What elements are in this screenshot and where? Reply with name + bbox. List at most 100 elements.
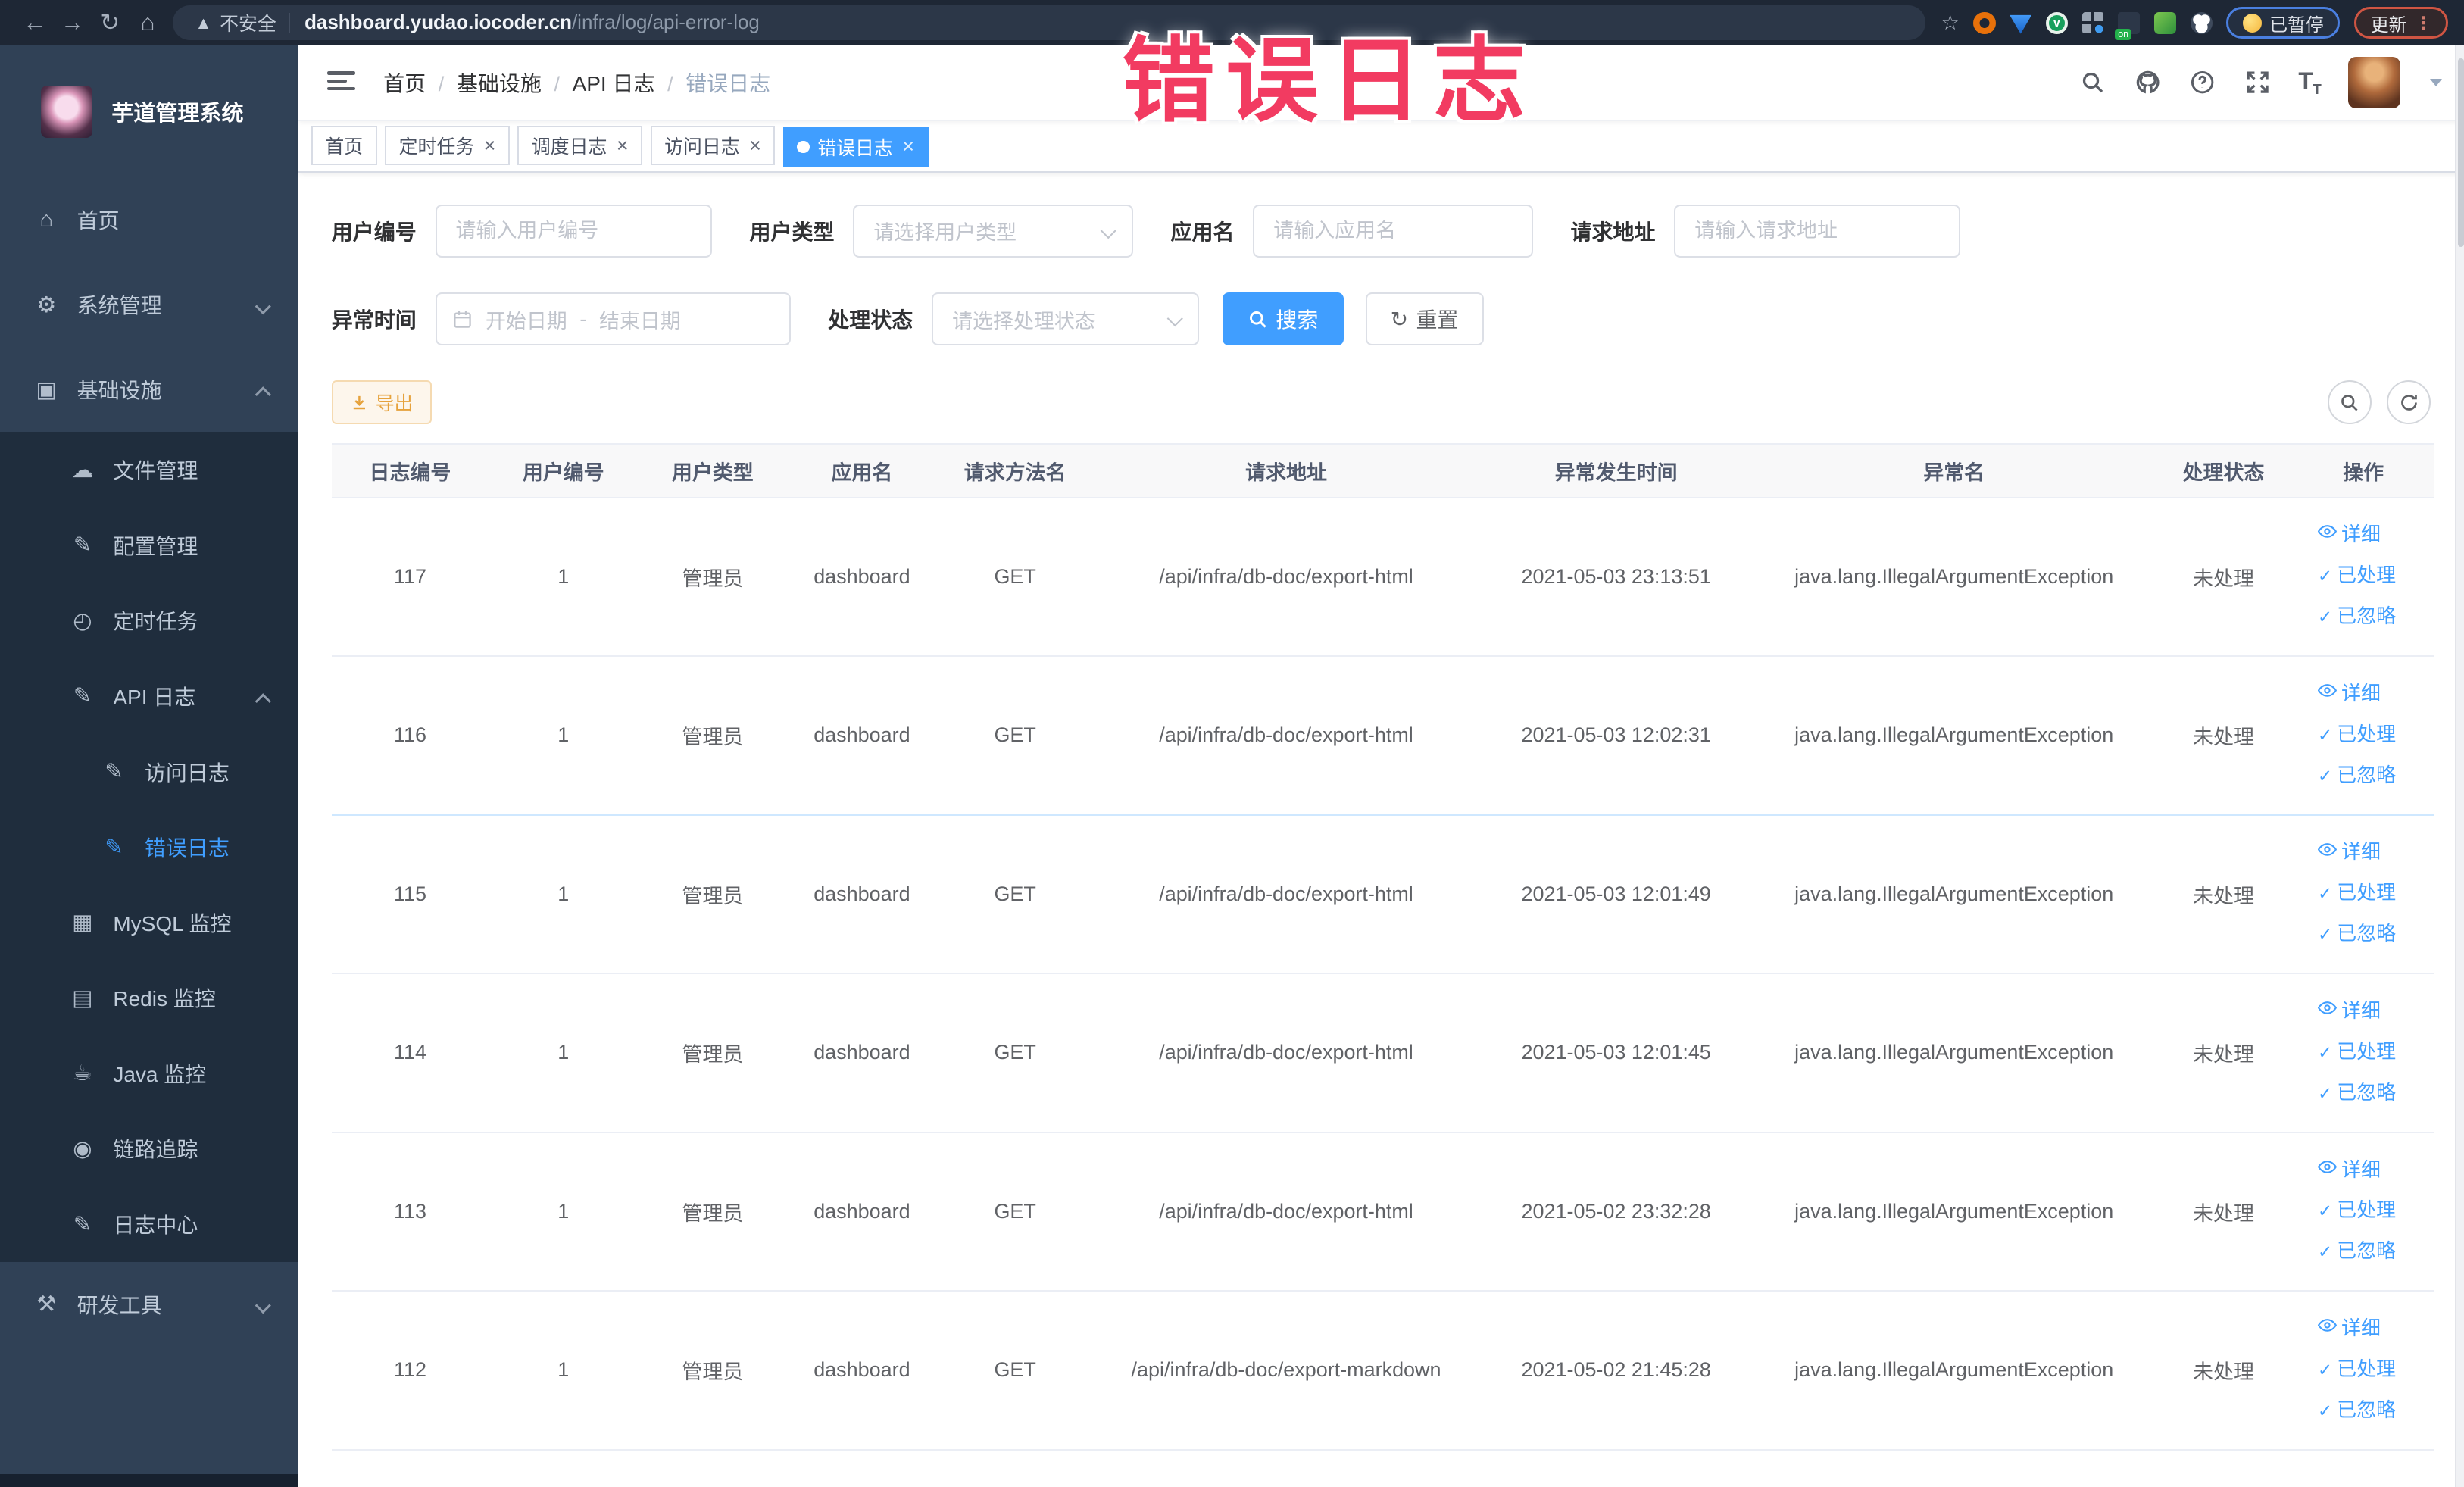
search-icon[interactable]: [2078, 68, 2106, 96]
hamburger-icon[interactable]: [326, 71, 355, 93]
column-header: 用户类型: [638, 442, 788, 498]
action-detail-link[interactable]: 详细: [2317, 1151, 2409, 1192]
column-header: 异常发生时间: [1479, 442, 1754, 498]
user-avatar[interactable]: [2348, 56, 2400, 109]
fullscreen-icon[interactable]: [2244, 68, 2272, 96]
sidebar-item-apilog[interactable]: ✎ API 日志: [0, 658, 299, 734]
extension-icon-6[interactable]: [2153, 11, 2176, 34]
cell-time: 2021-05-03 12:01:45: [1479, 973, 1754, 1133]
action-ignored-link[interactable]: ✓ 已忽略: [2318, 756, 2409, 797]
home-icon[interactable]: ⌂: [129, 9, 167, 36]
action-ignored-link[interactable]: ✓ 已忽略: [2318, 597, 2409, 638]
action-ignored-link[interactable]: ✓ 已忽略: [2318, 1073, 2409, 1114]
action-detail-link[interactable]: 详细: [2317, 833, 2409, 873]
search-button-label: 搜索: [1276, 308, 1319, 333]
tab-errorlog[interactable]: 错误日志 ×: [782, 127, 929, 167]
sidebar-item-label: 系统管理: [77, 294, 162, 318]
extension-icon-5[interactable]: [2115, 11, 2141, 40]
breadcrumb-item[interactable]: API 日志: [573, 72, 655, 95]
request-url-input[interactable]: [1674, 204, 1960, 258]
action-processed-link[interactable]: ✓ 已处理: [2318, 1350, 2409, 1391]
menu-kebab-icon[interactable]: ⋮: [2415, 13, 2432, 33]
close-icon[interactable]: ×: [902, 136, 914, 157]
logo-row[interactable]: 芋道管理系统: [0, 45, 298, 177]
close-icon[interactable]: ×: [749, 135, 761, 156]
cell-exception: java.lang.IllegalArgumentException: [1754, 656, 2155, 816]
tab-home[interactable]: 首页: [311, 126, 377, 166]
action-label: 已忽略: [2337, 764, 2397, 786]
paused-badge[interactable]: 已暂停: [2226, 7, 2341, 39]
action-ignored-link[interactable]: ✓ 已忽略: [2318, 914, 2409, 955]
sidebar-item-config[interactable]: ✎ 配置管理: [0, 508, 299, 583]
sidebar-item-logcenter[interactable]: ✎ 日志中心: [0, 1186, 299, 1262]
action-detail-link[interactable]: 详细: [2317, 515, 2409, 556]
table-row: 112 1 管理员 dashboard GET/api/infra/db-doc/exp…: [331, 1291, 2434, 1451]
action-processed-link[interactable]: ✓ 已处理: [2318, 715, 2409, 756]
extension-icon-7[interactable]: [2190, 11, 2213, 34]
sidebar-item-trace[interactable]: ◉ 链路追踪: [0, 1111, 299, 1187]
github-icon[interactable]: [2134, 68, 2162, 96]
action-ignored-link[interactable]: ✓ 已忽略: [2318, 1232, 2409, 1273]
action-detail-link[interactable]: 详细: [2317, 674, 2409, 715]
sidebar-item-system[interactable]: ⚙ 系统管理: [0, 262, 298, 347]
action-processed-link[interactable]: ✓ 已处理: [2318, 1032, 2409, 1073]
navbar-actions: TT: [2078, 56, 2442, 109]
reset-button[interactable]: ↻ 重置: [1365, 292, 1484, 346]
extension-icon-4[interactable]: [2081, 11, 2104, 34]
sidebar-item-devtools[interactable]: ⚒ 研发工具: [0, 1262, 298, 1347]
help-icon[interactable]: [2188, 68, 2216, 96]
sidebar-item-home[interactable]: ⌂ 首页: [0, 177, 298, 262]
action-label: 已处理: [2337, 723, 2397, 745]
user-id-input[interactable]: [435, 204, 712, 258]
action-processed-link[interactable]: ✓ 已处理: [2318, 1191, 2409, 1232]
cell-exception: java.lang.IllegalArgumentException: [1754, 497, 2155, 658]
tab-job[interactable]: 定时任务 ×: [385, 126, 510, 166]
action-label: 详细: [2341, 1000, 2381, 1022]
sidebar-item-label: Java 监控: [113, 1062, 207, 1086]
cell-app_name: dashboard: [787, 1291, 937, 1451]
sidebar-item-redis[interactable]: ▤ Redis 监控: [0, 960, 299, 1036]
action-detail-link[interactable]: 详细: [2317, 1309, 2409, 1350]
search-button[interactable]: 搜索: [1222, 292, 1344, 346]
close-icon[interactable]: ×: [484, 135, 496, 156]
sidebar-item-java[interactable]: ☕ Java 监控: [0, 1036, 299, 1111]
extension-icon-2[interactable]: [2010, 14, 2032, 34]
sidebar-item-infra[interactable]: ▣ 基础设施: [0, 347, 298, 432]
scrollbar[interactable]: [2454, 45, 2464, 1487]
toggle-search-button[interactable]: [2327, 380, 2372, 425]
extension-icon-3[interactable]: v: [2045, 11, 2068, 34]
tab-joblog[interactable]: 调度日志 ×: [517, 126, 643, 166]
reload-icon[interactable]: ↻: [91, 9, 129, 36]
action-processed-link[interactable]: ✓ 已处理: [2318, 873, 2409, 914]
update-badge[interactable]: 更新 ⋮: [2354, 7, 2449, 39]
sidebar-item-file[interactable]: ☁ 文件管理: [0, 432, 299, 508]
sidebar-item-accesslog[interactable]: ✎ 访问日志: [0, 733, 299, 810]
coffee-icon: ☕: [72, 1061, 92, 1086]
user-type-select[interactable]: 请选择用户类型: [853, 204, 1133, 258]
close-icon[interactable]: ×: [617, 135, 629, 156]
tab-accesslog[interactable]: 访问日志 ×: [650, 126, 776, 166]
address-bar[interactable]: ▲ 不安全 dashboard.yudao.iocoder.cn /infra/…: [173, 5, 1925, 40]
back-icon[interactable]: ←: [16, 9, 54, 36]
sidebar-item-mysql[interactable]: ▦ MySQL 监控: [0, 884, 299, 961]
exception-time-range-picker[interactable]: 开始日期 - 结束日期: [435, 292, 791, 346]
app-name-input[interactable]: [1253, 204, 1533, 258]
bookmark-star-icon[interactable]: ☆: [1941, 11, 1960, 35]
extension-icon-1[interactable]: [1973, 11, 1996, 34]
action-processed-link[interactable]: ✓ 已处理: [2318, 556, 2409, 597]
breadcrumb-item[interactable]: 首页: [383, 72, 426, 95]
action-detail-link[interactable]: 详细: [2317, 992, 2409, 1032]
font-size-icon[interactable]: TT: [2298, 69, 2321, 97]
scrollbar-thumb[interactable]: [2457, 58, 2464, 247]
sidebar-item-job[interactable]: ◴ 定时任务: [0, 583, 299, 659]
action-ignored-link[interactable]: ✓ 已忽略: [2318, 1391, 2409, 1432]
refresh-table-button[interactable]: [2387, 380, 2431, 425]
process-status-select[interactable]: 请选择处理状态: [932, 292, 1199, 346]
process-status-label: 处理状态: [828, 308, 913, 333]
sidebar-item-errorlog[interactable]: ✎ 错误日志: [0, 809, 299, 885]
date-separator: -: [579, 307, 587, 330]
breadcrumb-item[interactable]: 基础设施: [457, 72, 542, 95]
export-button[interactable]: 导出: [331, 380, 433, 425]
caret-down-icon[interactable]: [2429, 78, 2442, 86]
forward-icon[interactable]: →: [54, 9, 92, 36]
